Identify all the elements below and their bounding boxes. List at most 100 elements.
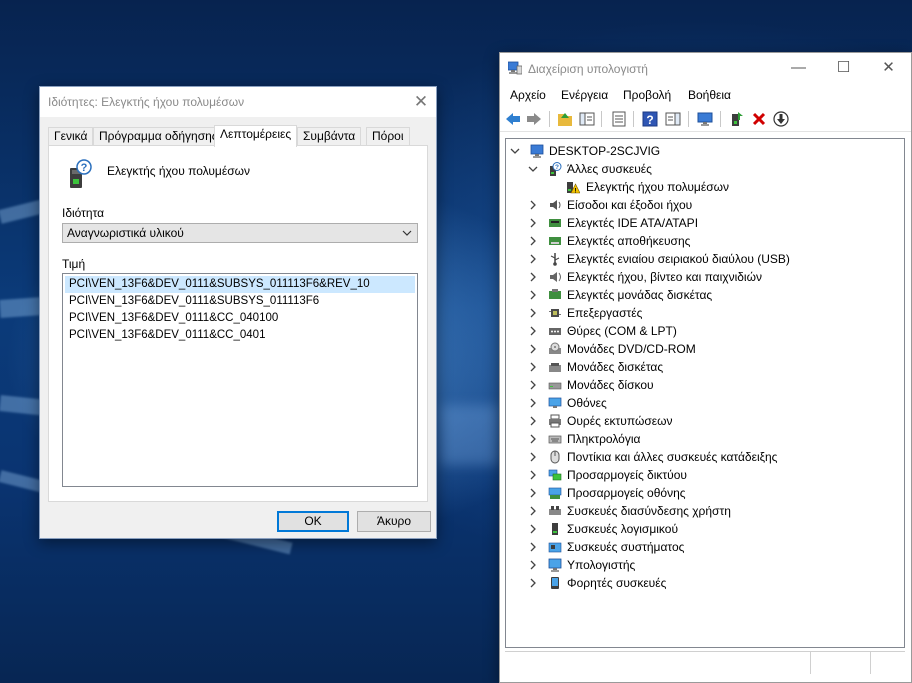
- tree-node-category[interactable]: Φορητές συσκευές: [528, 574, 898, 592]
- system-device-icon: [548, 542, 562, 553]
- tree-node-label: Θύρες (COM & LPT): [567, 324, 677, 338]
- keyboard-icon: [548, 435, 562, 444]
- list-item[interactable]: PCI\VEN_13F6&DEV_0111&CC_040100: [65, 310, 415, 327]
- minimize-button[interactable]: —: [776, 53, 821, 83]
- scan-hardware-icon[interactable]: [696, 110, 714, 128]
- tree-node-category[interactable]: Υπολογιστής: [528, 556, 898, 574]
- forward-arrow-icon[interactable]: [525, 110, 543, 128]
- menu-action[interactable]: Ενέργεια: [561, 88, 608, 102]
- tab-general[interactable]: Γενικά: [48, 127, 94, 146]
- list-item[interactable]: PCI\VEN_13F6&DEV_0111&SUBSYS_011113F6&RE…: [65, 276, 415, 293]
- window-titlebar[interactable]: Διαχείριση υπολογιστή — ☐ ✕: [500, 53, 911, 83]
- tree-node-label: Συσκευές λογισμικού: [567, 522, 678, 536]
- list-item[interactable]: PCI\VEN_13F6&DEV_0111&SUBSYS_011113F6: [65, 293, 415, 310]
- toolbar-separator: [549, 111, 550, 127]
- floppy-drive-icon: [549, 363, 561, 372]
- toolbar-separator: [720, 111, 721, 127]
- property-dropdown-value: Αναγνωριστικά υλικού: [67, 226, 184, 240]
- show-hide-tree-icon[interactable]: [578, 110, 596, 128]
- update-driver-icon[interactable]: [728, 110, 746, 128]
- value-list[interactable]: PCI\VEN_13F6&DEV_0111&SUBSYS_011113F6&RE…: [62, 273, 418, 487]
- tree-root-node[interactable]: DESKTOP-2SCJVIG: [510, 142, 900, 160]
- menu-help[interactable]: Βοήθεια: [688, 88, 731, 102]
- dialog-title: Ιδιότητες: Ελεγκτής ήχου πολυμέσων: [48, 95, 245, 109]
- tree-node-category[interactable]: Συσκευές συστήματος: [528, 538, 898, 556]
- uninstall-x-icon[interactable]: [750, 110, 768, 128]
- tree-node-category[interactable]: Μονάδες δίσκου: [528, 376, 898, 394]
- tree-node-label: Υπολογιστής: [567, 558, 636, 572]
- tree-node-category[interactable]: Μονάδες δισκέτας: [528, 358, 898, 376]
- tree-node-label: Προσαρμογείς δικτύου: [567, 468, 687, 482]
- dialog-titlebar[interactable]: Ιδιότητες: Ελεγκτής ήχου πολυμέσων ✕: [40, 87, 436, 117]
- tree-node-category[interactable]: Ποντίκια και άλλες συσκευές κατάδειξης: [528, 448, 898, 466]
- tree-node-category[interactable]: Ελεγκτές μονάδας δισκέτας: [528, 286, 898, 304]
- list-item[interactable]: PCI\VEN_13F6&DEV_0111&CC_0401: [65, 327, 415, 344]
- chevron-down-icon[interactable]: [400, 224, 414, 242]
- tree-node-category[interactable]: Μονάδες DVD/CD-ROM: [528, 340, 898, 358]
- tree-node-category[interactable]: Ουρές εκτυπώσεων: [528, 412, 898, 430]
- properties-icon[interactable]: [610, 110, 628, 128]
- svg-text:?: ?: [646, 113, 653, 127]
- chevron-down-icon[interactable]: [528, 160, 538, 185]
- computer-management-window: Διαχείριση υπολογιστή — ☐ ✕ Αρχείο Ενέργ…: [499, 52, 912, 683]
- processor-icon: [549, 309, 561, 317]
- tree-node-category[interactable]: Συσκευές λογισμικού: [528, 520, 898, 538]
- tree-node-category[interactable]: Θύρες (COM & LPT): [528, 322, 898, 340]
- tab-resources[interactable]: Πόροι: [366, 127, 410, 146]
- tree-node-category[interactable]: Ελεγκτές ήχου, βίντεο και παιχνιδιών: [528, 268, 898, 286]
- tree-node-multimedia-controller[interactable]: ! Ελεγκτής ήχου πολυμέσων: [566, 178, 896, 196]
- menu-bar: Αρχείο Ενέργεια Προβολή Βοήθεια: [500, 85, 911, 105]
- port-icon: [549, 328, 561, 335]
- chevron-down-icon[interactable]: [510, 142, 520, 167]
- tab-driver[interactable]: Πρόγραμμα οδήγησης: [93, 127, 224, 146]
- action-pane-icon[interactable]: [664, 110, 682, 128]
- tab-details[interactable]: Λεπτομέρειες: [214, 125, 298, 147]
- disable-device-icon[interactable]: [772, 110, 790, 128]
- tree-node-category[interactable]: Προσαρμογείς οθόνης: [528, 484, 898, 502]
- display-adapter-icon: [548, 487, 562, 499]
- tree-node-other-devices[interactable]: ? Άλλες συσκευές: [528, 160, 898, 178]
- printer-icon: [549, 414, 561, 428]
- tree-node-category[interactable]: Ελεγκτές IDE ATA/ATAPI: [528, 214, 898, 232]
- details-panel: ? Ελεγκτής ήχου πολυμέσων Ιδιότητα Αναγν…: [48, 145, 428, 502]
- close-button[interactable]: ✕: [866, 53, 911, 83]
- computer-management-icon: [508, 61, 522, 75]
- cancel-button[interactable]: Άκυρο: [357, 511, 431, 532]
- tree-node-label: Είσοδοι και έξοδοι ήχου: [567, 198, 693, 212]
- tree-node-category[interactable]: Προσαρμογείς δικτύου: [528, 466, 898, 484]
- tree-node-category[interactable]: Οθόνες: [528, 394, 898, 412]
- tree-node-category[interactable]: Ελεγκτές ενιαίου σειριακού διαύλου (USB): [528, 250, 898, 268]
- help-icon[interactable]: ?: [641, 110, 659, 128]
- menu-view[interactable]: Προβολή: [623, 88, 671, 102]
- software-device-icon: [552, 523, 558, 535]
- tree-node-category[interactable]: Πληκτρολόγια: [528, 430, 898, 448]
- maximize-button[interactable]: ☐: [821, 53, 866, 83]
- portable-device-icon: [551, 577, 559, 589]
- tree-node-label: Συσκευές διασύνδεσης χρήστη: [567, 504, 731, 518]
- tab-strip: Γενικά Πρόγραμμα οδήγησης Λεπτομέρειες Σ…: [48, 125, 428, 147]
- property-label: Ιδιότητα: [62, 206, 105, 220]
- status-bar: [505, 651, 905, 674]
- network-adapter-icon: [548, 469, 562, 481]
- tree-node-category[interactable]: Είσοδοι και έξοδοι ήχου: [528, 196, 898, 214]
- tree-node-label: Επεξεργαστές: [567, 306, 643, 320]
- tree-node-category[interactable]: Ελεγκτές αποθήκευσης: [528, 232, 898, 250]
- ok-button[interactable]: OK: [277, 511, 349, 532]
- tree-node-label: Ουρές εκτυπώσεων: [567, 414, 673, 428]
- dialog-close-button[interactable]: ✕: [406, 87, 436, 117]
- tree-node-category[interactable]: Συσκευές διασύνδεσης χρήστη: [528, 502, 898, 520]
- device-tree[interactable]: DESKTOP-2SCJVIG ? Άλλες συσκευές ! Ελεγκ…: [505, 138, 905, 648]
- menu-file[interactable]: Αρχείο: [510, 88, 546, 102]
- chevron-right-icon[interactable]: [528, 574, 538, 599]
- toolbar-separator: [688, 111, 689, 127]
- tree-node-label: Μονάδες δισκέτας: [567, 360, 664, 374]
- svg-text:?: ?: [555, 164, 559, 171]
- warning-device-icon: !: [567, 182, 580, 194]
- property-dropdown[interactable]: Αναγνωριστικά υλικού: [62, 223, 418, 243]
- tree-node-label: Συσκευές συστήματος: [567, 540, 685, 554]
- tree-root-label: DESKTOP-2SCJVIG: [549, 144, 661, 158]
- tab-events[interactable]: Συμβάντα: [297, 127, 362, 146]
- back-arrow-icon[interactable]: [504, 110, 522, 128]
- up-folder-icon[interactable]: [556, 110, 574, 128]
- tree-node-category[interactable]: Επεξεργαστές: [528, 304, 898, 322]
